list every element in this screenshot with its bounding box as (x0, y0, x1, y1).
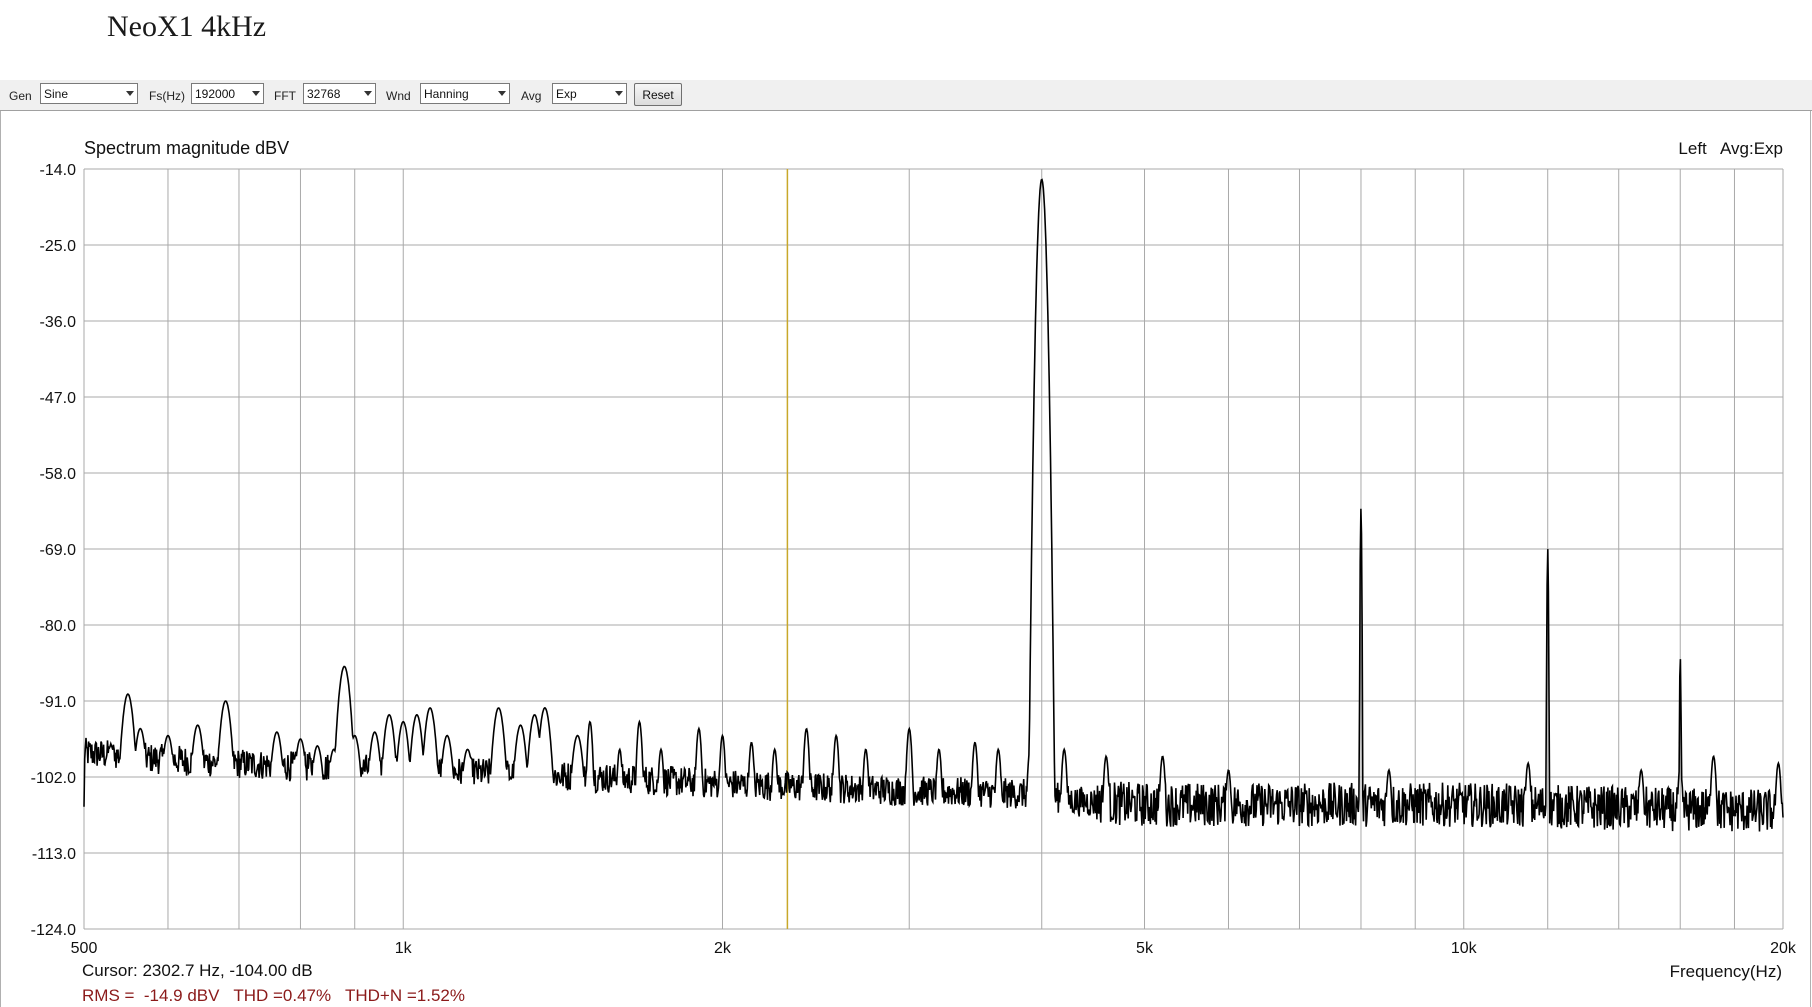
x-tick-label: 20k (1770, 940, 1797, 957)
averaging-select-value: Exp (556, 87, 577, 101)
y-tick-label: -58.0 (40, 466, 77, 483)
y-axis-ticks: -14.0 -25.0 -36.0 -47.0 -58.0 -69.0 -80.0 -91.0… (31, 162, 76, 939)
fs-label: Fs(Hz) (149, 89, 185, 103)
samplerate-select[interactable]: 192000 (191, 83, 264, 104)
y-tick-label: -80.0 (40, 618, 77, 635)
fft-label: FFT (274, 89, 296, 103)
channel-label: Left Avg:Exp (1678, 139, 1783, 158)
y-tick-label: -25.0 (40, 238, 77, 255)
y-tick-label: -102.0 (31, 770, 76, 787)
horizontal-gridlines (84, 168, 1783, 930)
y-tick-label: -69.0 (40, 542, 77, 559)
wnd-label: Wnd (386, 89, 411, 103)
generator-select[interactable]: Sine (40, 83, 138, 104)
x-tick-label: 500 (71, 940, 98, 957)
x-tick-label: 10k (1451, 940, 1478, 957)
y-tick-label: -36.0 (40, 314, 77, 331)
x-axis-ticks: 500 1k 2k 5k 10k 20k (71, 940, 1797, 957)
spectrum-trace-left (83, 178, 1784, 832)
x-axis-label: Frequency(Hz) (1670, 962, 1782, 981)
y-tick-label: -124.0 (31, 922, 76, 939)
fft-size-select[interactable]: 32768 (303, 83, 376, 104)
toolbar: Gen Sine Fs(Hz) 192000 FFT 32768 Wnd Han… (0, 80, 1812, 111)
generator-select-value: Sine (44, 87, 69, 101)
reset-button[interactable]: Reset (634, 83, 682, 106)
window-select[interactable]: Hanning (420, 83, 510, 104)
gen-label: Gen (9, 89, 32, 103)
x-tick-label: 1k (395, 940, 413, 957)
window-select-value: Hanning (424, 87, 469, 101)
y-tick-label: -47.0 (40, 390, 77, 407)
measurement-readout: RMS = -14.9 dBV THD =0.47% THD+N =1.52% (82, 986, 465, 1005)
x-tick-label: 5k (1136, 940, 1154, 957)
y-tick-label: -91.0 (40, 694, 77, 711)
avg-label: Avg (521, 89, 542, 103)
fft-size-select-value: 32768 (307, 87, 341, 101)
cursor-readout: Cursor: 2302.7 Hz, -104.00 dB (82, 961, 313, 980)
window-title: NeoX1 4kHz (107, 10, 267, 43)
samplerate-select-value: 192000 (195, 87, 236, 101)
x-tick-label: 2k (714, 940, 732, 957)
y-tick-label: -113.0 (32, 846, 76, 863)
spectrum-chart[interactable]: -14.0 -25.0 -36.0 -47.0 -58.0 -69.0 -80.0 -91.0… (0, 111, 1812, 1007)
chart-title: Spectrum magnitude dBV (84, 138, 289, 158)
y-tick-label: -14.0 (40, 162, 77, 179)
averaging-select[interactable]: Exp (552, 83, 627, 104)
